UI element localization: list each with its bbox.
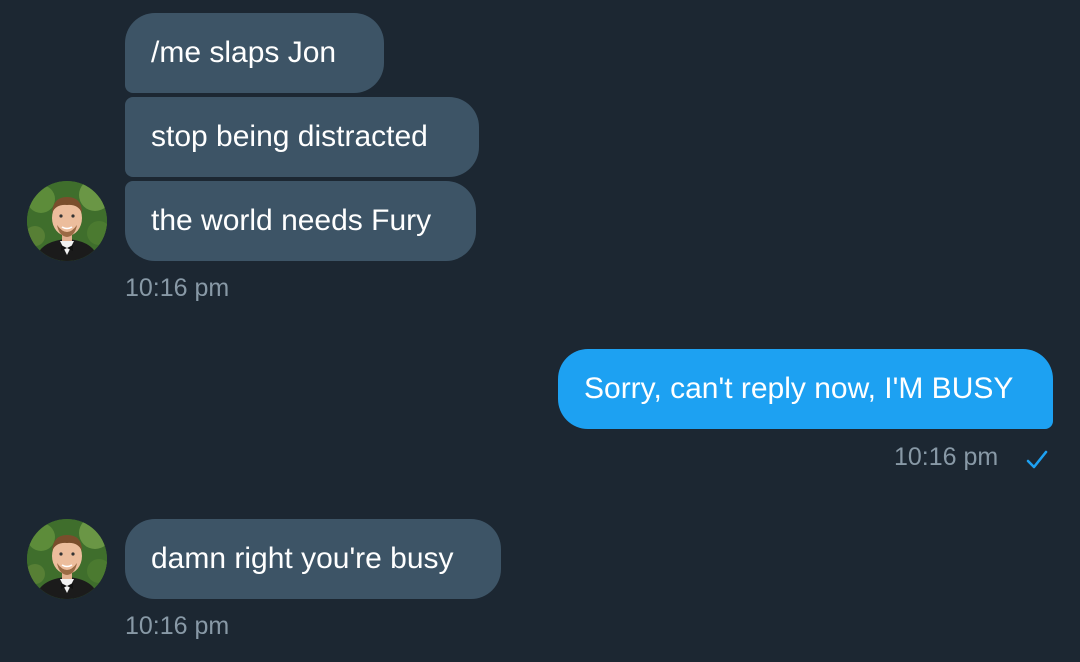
checkmark-icon [1026,450,1048,469]
message-bubble[interactable]: /me slaps Jon [125,13,384,93]
avatar[interactable] [27,181,107,261]
message-text: stop being distracted [151,120,428,153]
message-bubble[interactable]: damn right you're busy [125,519,501,599]
message-text: Sorry, can't reply now, I'M BUSY [584,372,1014,405]
avatar-photo [27,181,107,261]
avatar[interactable] [27,519,107,599]
message-text: damn right you're busy [151,542,454,575]
message-text: /me slaps Jon [151,36,337,69]
avatar-photo [27,519,107,599]
message-bubble[interactable]: the world needs Fury [125,181,476,261]
message-timestamp: 10:16 pm [894,443,999,471]
message-bubble-sent[interactable]: Sorry, can't reply now, I'M BUSY [558,349,1053,429]
message-bubble[interactable]: stop being distracted [125,97,479,177]
message-timestamp: 10:16 pm [125,612,230,640]
message-text: the world needs Fury [151,204,432,237]
message-timestamp: 10:16 pm [125,274,230,302]
